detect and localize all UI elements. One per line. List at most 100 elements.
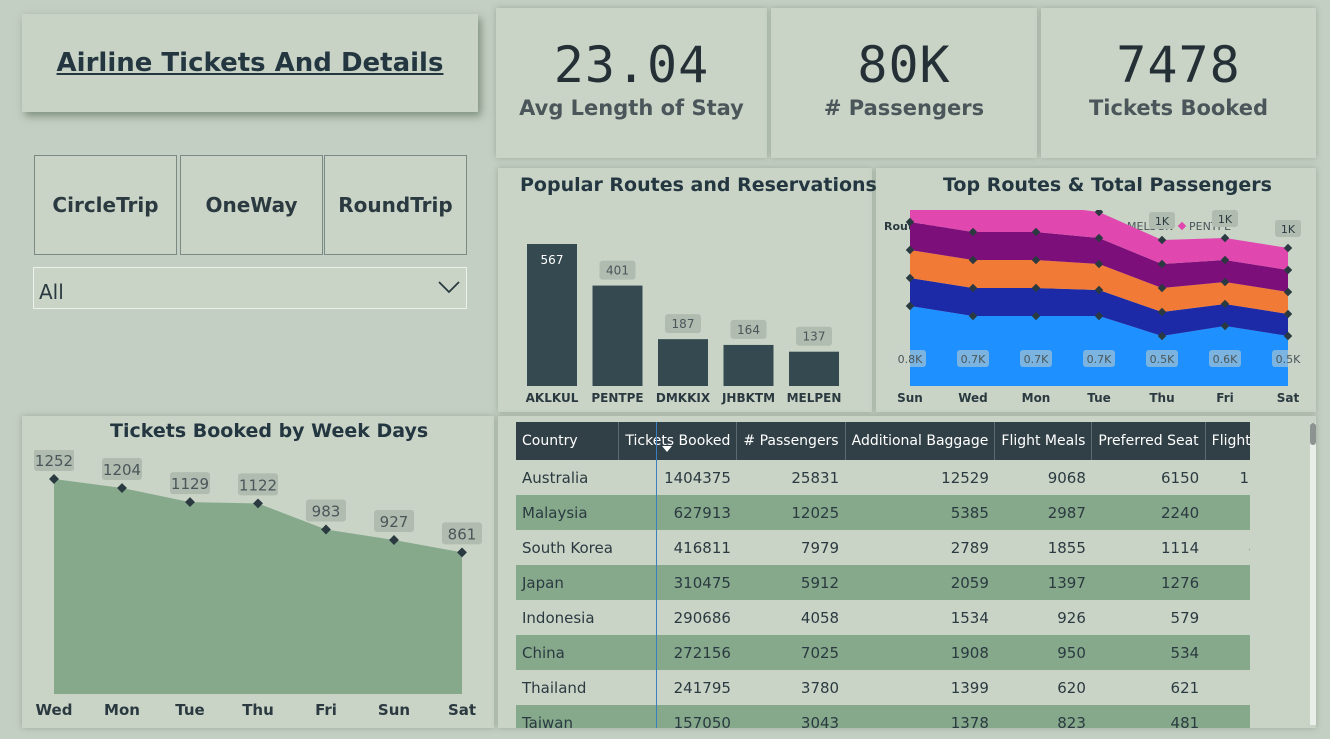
bottom-label: 0.7K — [1087, 353, 1112, 366]
bottom-label: 0.6K — [1213, 353, 1238, 366]
value-cell: 1114 — [1160, 538, 1200, 557]
value-cell: 1399 — [950, 678, 989, 697]
kpi-passengers-card: 80K # Passengers — [771, 8, 1037, 158]
country-cell: Indonesia — [522, 608, 595, 627]
country-cell: Taiwan — [516, 705, 619, 728]
value-cell: 40663 — [1205, 530, 1250, 565]
table-row[interactable]: Taiwan1570503043137882348120270 — [516, 705, 1250, 728]
country-cell: Malaysia — [516, 495, 619, 530]
route-bar-label: 187 — [672, 317, 695, 331]
value-cell: 156095 — [1239, 468, 1250, 487]
filter-dropdown[interactable]: All — [33, 267, 467, 309]
table-row[interactable]: Japan310475591220591397127637925 — [516, 565, 1250, 600]
table-scrollbar[interactable] — [1310, 423, 1316, 725]
bottom-label: 0.7K — [1024, 353, 1049, 366]
kpi-avg-stay-value: 23.04 — [553, 36, 710, 94]
value-cell: 4058 — [800, 608, 840, 627]
table-row[interactable]: Australia 1404375 25831 12529 9068 6150 156095 — [516, 460, 1250, 495]
value-cell: 12025 — [736, 495, 846, 530]
table-row[interactable]: China2721567025190895053430555 — [516, 635, 1250, 670]
kpi-tickets-label: Tickets Booked — [1088, 96, 1268, 120]
scrollbar-thumb[interactable] — [1310, 423, 1316, 445]
value-cell: 950 — [994, 635, 1092, 670]
country-cell: South Korea — [522, 538, 613, 557]
table-row[interactable]: Malaysia6279131202553852987224061878 — [516, 495, 1250, 530]
kpi-tickets-card: 7478 Tickets Booked — [1041, 8, 1316, 158]
value-cell: 37925 — [1205, 565, 1250, 600]
value-cell: 20270 — [1205, 705, 1250, 728]
table-row[interactable]: South Korea 416811 7979 2789 1855 1114 40663 — [516, 530, 1250, 565]
bottom-label: 0.5K — [1276, 353, 1301, 366]
route-category-label: JHBKTM — [721, 391, 775, 405]
bottom-label: 0.8K — [898, 353, 923, 366]
value-cell: 310475 — [618, 565, 737, 600]
route-bar-label: 164 — [737, 323, 760, 337]
filter-dropdown-value: All — [39, 280, 64, 304]
route-bar — [723, 344, 774, 386]
weekday-category-label: Sun — [378, 701, 410, 719]
value-cell: 823 — [994, 705, 1092, 728]
table-row[interactable]: Indonesia 290686 4058 1534 926 579 20974 — [516, 600, 1250, 635]
top-routes-area-chart: Routes :AKLKULDMKKIXICNSINMELSGNPENTPE2K… — [884, 210, 1304, 405]
route-bar-label: 137 — [803, 330, 826, 344]
value-cell: 5912 — [736, 565, 846, 600]
country-cell: China — [516, 635, 619, 670]
value-cell: 1276 — [1091, 565, 1206, 600]
kpi-passengers-value: 80K — [857, 36, 951, 94]
route-bar — [658, 339, 708, 386]
value-cell: 1404375 — [664, 468, 731, 487]
legend-marker — [1177, 221, 1187, 231]
country-cell: Thailand — [522, 678, 587, 697]
routes-chart-title: Popular Routes and Reservations — [520, 174, 877, 196]
kpi-avg-stay-card: 23.04 Avg Length of Stay — [496, 8, 767, 158]
chevron-down-icon — [438, 281, 460, 294]
column-header[interactable]: # Passengers — [736, 422, 846, 460]
weekday-chart-title: Tickets Booked by Week Days — [110, 420, 429, 442]
oneway-button[interactable]: OneWay — [180, 155, 323, 255]
column-header[interactable]: Tickets Booked — [618, 422, 738, 460]
column-header[interactable]: Flight Meals — [994, 422, 1093, 460]
total-label: 1K — [1155, 215, 1170, 228]
weekday-category-label: Fri — [315, 701, 337, 719]
value-cell: 30555 — [1205, 635, 1250, 670]
country-cell: Australia — [522, 468, 589, 487]
route-bar — [789, 351, 839, 386]
value-cell: 9068 — [1047, 468, 1086, 487]
top-routes-category-label: Fri — [1216, 391, 1233, 405]
weekday-category-label: Thu — [242, 701, 274, 719]
value-cell: 1855 — [1047, 538, 1086, 557]
column-header[interactable]: Flight Hours — [1205, 422, 1250, 460]
weekday-data-label: 1204 — [103, 461, 141, 479]
value-cell: 1378 — [845, 705, 995, 728]
value-cell: 157050 — [618, 705, 737, 728]
value-cell: 1534 — [950, 608, 989, 627]
route-category-label: PENTPE — [591, 391, 643, 405]
column-header[interactable]: Preferred Seat — [1091, 422, 1206, 460]
table-row[interactable]: Thailand 241795 3780 1399 620 621 19561 — [516, 670, 1250, 705]
circletrip-button[interactable]: CircleTrip — [34, 155, 177, 255]
bottom-label: 0.7K — [961, 353, 986, 366]
column-header[interactable]: Additional Baggage — [845, 422, 996, 460]
value-cell: 627913 — [618, 495, 737, 530]
value-cell: 1908 — [845, 635, 995, 670]
total-label: 1K — [1218, 213, 1233, 226]
kpi-tickets-value: 7478 — [1116, 36, 1241, 94]
weekday-category-label: Mon — [104, 701, 140, 719]
roundtrip-button[interactable]: RoundTrip — [324, 155, 467, 255]
country-cell: Japan — [516, 565, 619, 600]
value-cell: 621 — [1170, 678, 1200, 697]
value-cell: 481 — [1091, 705, 1206, 728]
value-cell: 1397 — [994, 565, 1092, 600]
weekday-data-label: 1252 — [35, 452, 73, 470]
route-category-label: DMKKIX — [656, 391, 711, 405]
weekday-area-chart: 1252 Wed 1204 Mon 1129 Tue 1122 Thu 983 Fri 927 Sun… — [34, 450, 482, 719]
value-cell: 61878 — [1205, 495, 1250, 530]
value-cell: 926 — [1057, 608, 1086, 627]
column-header[interactable]: Country — [516, 422, 620, 460]
value-cell: 2789 — [950, 538, 989, 557]
value-cell: 2059 — [845, 565, 995, 600]
top-routes-category-label: Wed — [958, 391, 988, 405]
weekday-category-label: Tue — [175, 701, 204, 719]
top-routes-category-label: Sat — [1277, 391, 1300, 405]
table-body: Australia 1404375 25831 12529 9068 6150 156095… — [516, 460, 1250, 728]
